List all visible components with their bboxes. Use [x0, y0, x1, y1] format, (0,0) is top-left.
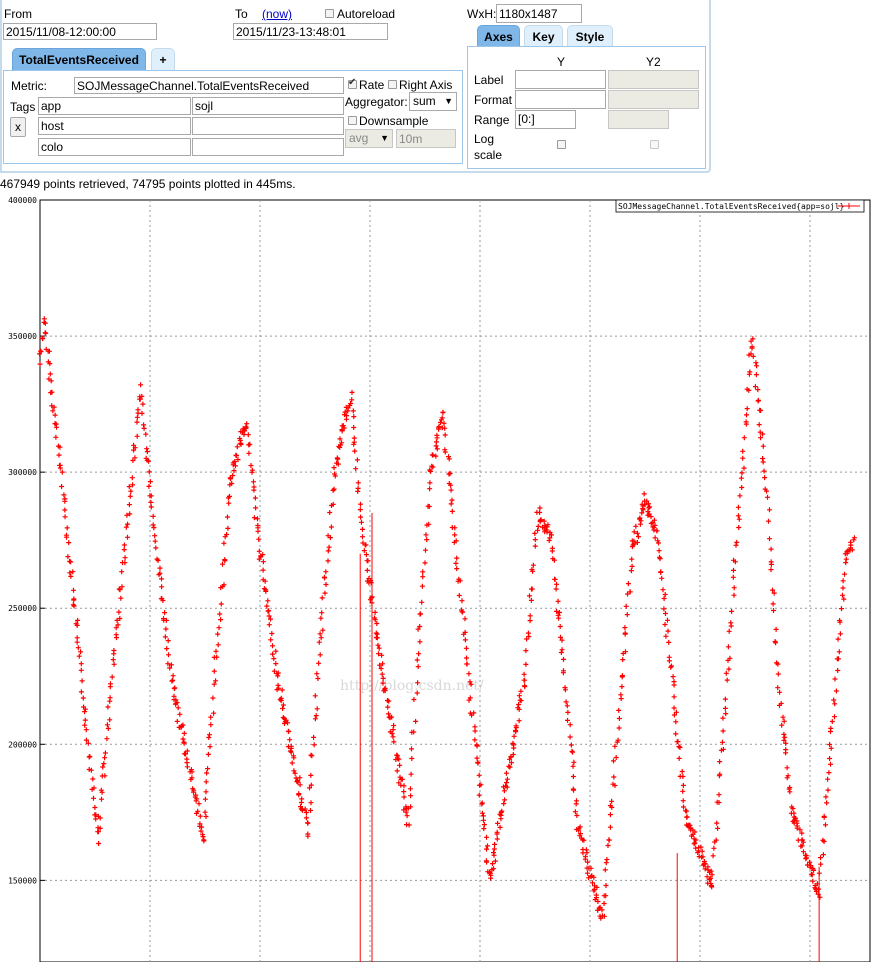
- tag-key-input[interactable]: colo: [38, 138, 191, 156]
- axes-col-y: Y: [557, 55, 566, 69]
- y-range-input[interactable]: [0:]: [515, 110, 576, 129]
- tab-key[interactable]: Key: [524, 25, 563, 47]
- status-text: 467949 points retrieved, 74795 points pl…: [0, 177, 296, 191]
- axes-format-row: Format: [474, 93, 513, 107]
- tab-label: Key: [532, 29, 555, 44]
- rate-label: Rate: [359, 78, 385, 92]
- dropdown-arrow-icon: ▼: [380, 133, 389, 143]
- y2-format-input[interactable]: [608, 90, 699, 109]
- tab-total-events-received[interactable]: TotalEventsReceived: [12, 48, 146, 70]
- axes-label-row: Label: [474, 73, 504, 87]
- from-input[interactable]: 2015/11/08-12:00:00: [3, 23, 157, 40]
- rate-checkbox[interactable]: [348, 77, 357, 89]
- axes-col-y2: Y2: [646, 55, 661, 69]
- from-label: From: [4, 7, 32, 21]
- right-axis-label: Right Axis: [399, 78, 453, 92]
- y-tick-label: 400000: [8, 196, 37, 205]
- tag-value-input[interactable]: [192, 117, 344, 135]
- downsample-func-select[interactable]: avg ▼: [345, 129, 393, 148]
- tag-value-input[interactable]: [192, 138, 344, 156]
- axes-log-row-2: scale: [474, 148, 503, 162]
- wxh-input[interactable]: 1180x1487: [496, 4, 582, 23]
- autoreload-checkbox[interactable]: [325, 9, 334, 18]
- downsample-func-value: avg: [349, 131, 369, 145]
- wxh-label: WxH:: [467, 7, 497, 21]
- tag-key-input[interactable]: host: [38, 117, 191, 135]
- plus-icon: +: [159, 52, 167, 67]
- downsample-checkbox[interactable]: [348, 116, 357, 125]
- y-tick-label: 200000: [8, 740, 37, 749]
- y2-log-checkbox[interactable]: [650, 140, 659, 149]
- axes-log-row: Log: [474, 132, 495, 146]
- to-input[interactable]: 2015/11/23-13:48:01: [233, 23, 388, 40]
- metric-input[interactable]: SOJMessageChannel.TotalEventsReceived: [74, 77, 344, 94]
- remove-tag-button[interactable]: x: [10, 117, 26, 137]
- tab-label: Axes: [484, 29, 513, 44]
- y-tick-label: 150000: [8, 876, 37, 885]
- tag-value-input[interactable]: sojl: [192, 97, 344, 115]
- tab-label: TotalEventsReceived: [19, 52, 139, 67]
- y-tick-label: 350000: [8, 332, 37, 341]
- add-metric-tab[interactable]: +: [151, 48, 175, 70]
- plot-frame: [39, 199, 871, 962]
- chart-svg: 150000 200000 250000 300000 350000 400000 http…: [8, 196, 871, 962]
- tab-style[interactable]: Style: [567, 25, 613, 47]
- close-icon: x: [15, 120, 21, 134]
- y2-label-input[interactable]: [608, 70, 699, 89]
- y-tick-label: 300000: [8, 468, 37, 477]
- y-label-input[interactable]: [515, 70, 606, 89]
- series-markers: [37, 316, 857, 921]
- metric-label: Metric:: [11, 79, 47, 93]
- legend-entry: SOJMessageChannel.TotalEventsReceived{ap…: [618, 202, 844, 211]
- to-label: To: [235, 7, 248, 21]
- autoreload-label: Autoreload: [337, 7, 396, 21]
- now-link[interactable]: (now): [262, 7, 292, 21]
- right-axis-checkbox[interactable]: [388, 80, 397, 89]
- downsample-label: Downsample: [359, 114, 429, 128]
- y-format-input[interactable]: [515, 90, 606, 109]
- tab-label: Style: [575, 29, 605, 44]
- tags-label: Tags: [10, 100, 36, 114]
- watermark: http://blog.csdn.net/: [340, 678, 484, 694]
- chart: 150000 200000 250000 300000 350000 400000 http…: [0, 193, 871, 962]
- tag-key-input[interactable]: app: [38, 97, 191, 115]
- aggregator-select[interactable]: sum ▼: [409, 92, 457, 111]
- dropdown-arrow-icon: ▼: [444, 96, 453, 106]
- y-log-checkbox[interactable]: [557, 140, 566, 149]
- y2-range-input[interactable]: [608, 110, 669, 129]
- aggregator-value: sum: [413, 94, 436, 108]
- downsample-interval-input[interactable]: 10m: [396, 129, 456, 148]
- axes-range-row: Range: [474, 113, 510, 127]
- aggregator-label: Aggregator:: [345, 95, 408, 109]
- y-tick-label: 250000: [8, 604, 37, 613]
- series-line: [37, 316, 857, 921]
- tab-axes[interactable]: Axes: [477, 25, 520, 47]
